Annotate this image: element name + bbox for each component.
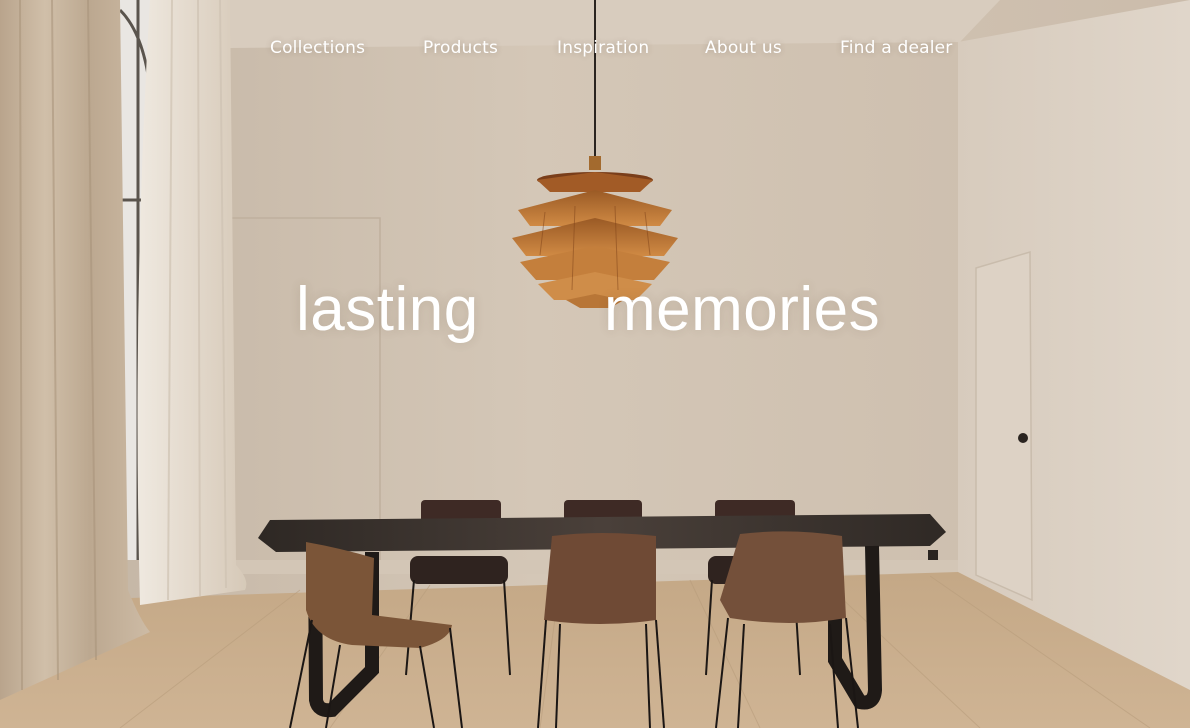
nav-about-us-link[interactable]: About us (705, 38, 782, 58)
headline-word-memories: memories (604, 275, 881, 344)
nav-find-a-dealer-link[interactable]: Find a dealer (840, 38, 953, 58)
nav-collections-link[interactable]: Collections (270, 38, 365, 58)
nav-inspiration-link[interactable]: Inspiration (557, 38, 649, 58)
main-navigation: Collections Products Inspiration About u… (0, 38, 1190, 64)
hero-background-image (0, 0, 1190, 728)
nav-products-link[interactable]: Products (423, 38, 498, 58)
hero-section: Collections Products Inspiration About u… (0, 0, 1190, 728)
headline-word-lasting: lasting (296, 275, 479, 344)
